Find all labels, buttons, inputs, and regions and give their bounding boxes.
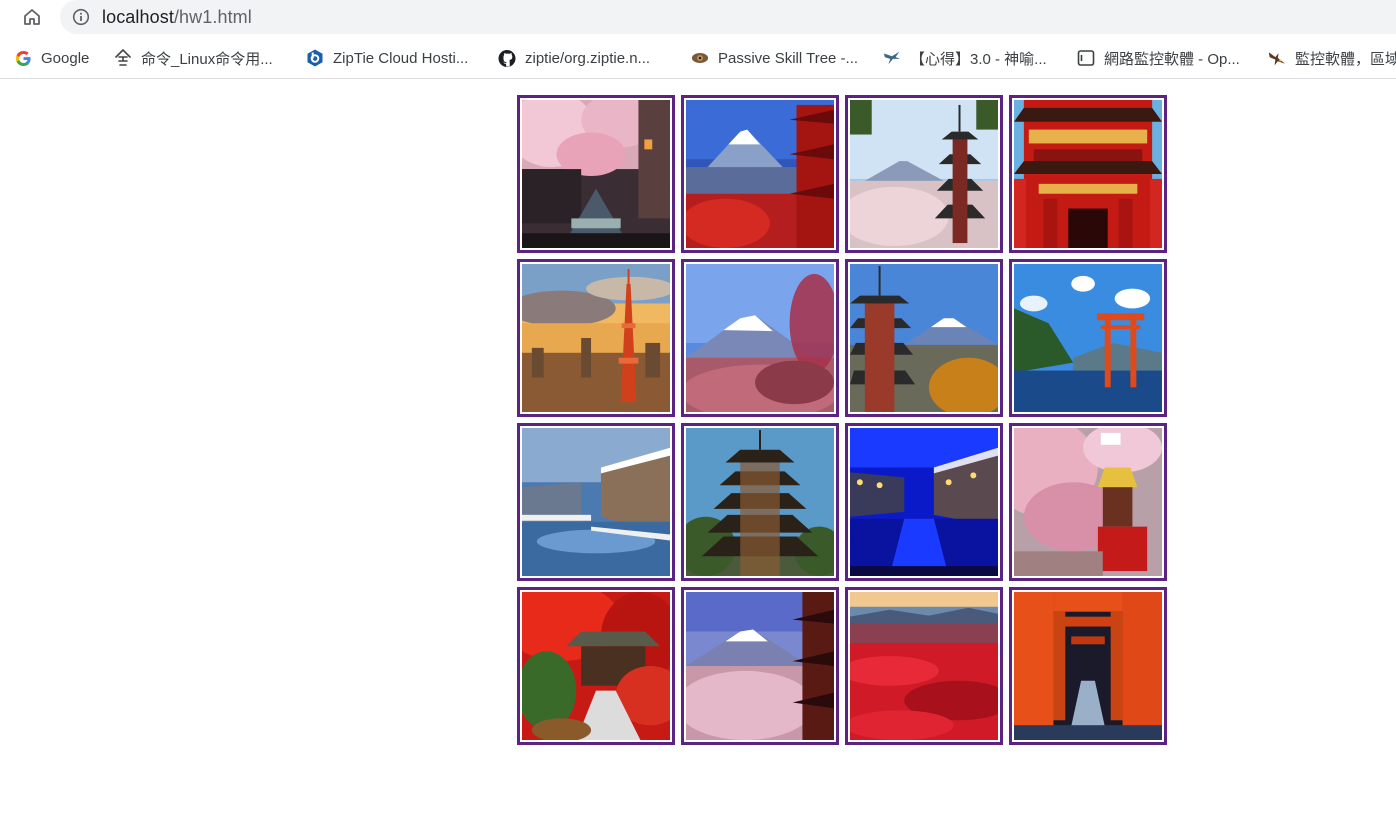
bird-icon [883,49,901,67]
gallery-image-itsukushima-torii[interactable] [1009,259,1167,417]
gallery-image-cherry-blossom-festival-float[interactable] [1009,423,1167,581]
bookmark-passive-skill-tree[interactable]: Passive Skill Tree -... [691,46,858,70]
bookmark-label: Google [41,49,90,67]
window-icon [1077,49,1095,67]
gallery-image-autumn-maple-pavilion[interactable] [517,587,675,745]
gallery-image-pagoda-fuji-autumn[interactable] [845,259,1003,417]
url-host: localhost [102,6,174,27]
bookmark-ziptie-cloud[interactable]: ZipTie Cloud Hosti... [306,46,468,70]
gallery-image-five-story-pagoda[interactable] [681,423,839,581]
gallery-image-red-temple-gate[interactable] [1009,95,1167,253]
gallery-image-tokyo-tower-sunset[interactable] [517,259,675,417]
url-path: /hw1.html [173,6,252,27]
ziptie-icon [306,49,324,67]
bookmark-oracle-guide[interactable]: 【心得】3.0 - 神喻... [883,46,1047,70]
eagle-icon [1268,49,1286,67]
bookmarks-bar: Google 命令_Linux命令用... ZipTie Cloud Hosti… [0,38,1396,79]
bookmark-label: Passive Skill Tree -... [718,49,859,67]
address-bar[interactable]: localhost/hw1.html [60,0,1396,34]
gallery-image-fushimi-inari-torii-path[interactable] [1009,587,1167,745]
gallery-image-otaru-canal-night[interactable] [845,423,1003,581]
image-gallery [517,95,1173,747]
bookmark-label: 監控軟體，區域 [1295,50,1396,68]
url-text[interactable]: localhost/hw1.html [102,7,252,28]
bookmark-monitor-software[interactable]: 監控軟體，區域 [1268,46,1396,70]
bookmark-label: 命令_Linux命令用... [141,50,273,68]
gallery-image-red-flower-field[interactable] [845,587,1003,745]
gallery-image-mount-fuji-cherry-pagoda[interactable] [681,587,839,745]
bookmark-linux-commands[interactable]: 命令_Linux命令用... [114,46,273,70]
gallery-image-otaru-canal-snow[interactable] [517,423,675,581]
google-icon [14,49,32,67]
home-button[interactable] [18,4,46,30]
info-icon[interactable] [72,8,90,26]
bookmark-label: ziptie/org.ziptie.n... [525,49,651,67]
bookmark-ziptie-github[interactable]: ziptie/org.ziptie.n... [498,46,650,70]
gallery-image-chureito-pagoda-fuji[interactable] [845,95,1003,253]
gallery-image-cherry-blossom-canal[interactable] [517,95,675,253]
browser-toolbar: localhost/hw1.html [0,0,1396,35]
bookmark-label: 【心得】3.0 - 神喻... [910,50,1047,68]
bookmark-label: ZipTie Cloud Hosti... [333,49,469,67]
gallery-image-mount-fuji-pagoda[interactable] [681,95,839,253]
home-icon [24,9,40,25]
passive-skill-icon [691,49,709,67]
bookmark-label: 網路監控軟體 - Op... [1104,50,1240,68]
github-icon [498,49,516,67]
linux-command-icon [114,49,132,67]
bookmark-google[interactable]: Google [14,46,89,70]
gallery-image-mount-fuji-plum-blossom[interactable] [681,259,839,417]
bookmark-network-monitor[interactable]: 網路監控軟體 - Op... [1077,46,1240,70]
